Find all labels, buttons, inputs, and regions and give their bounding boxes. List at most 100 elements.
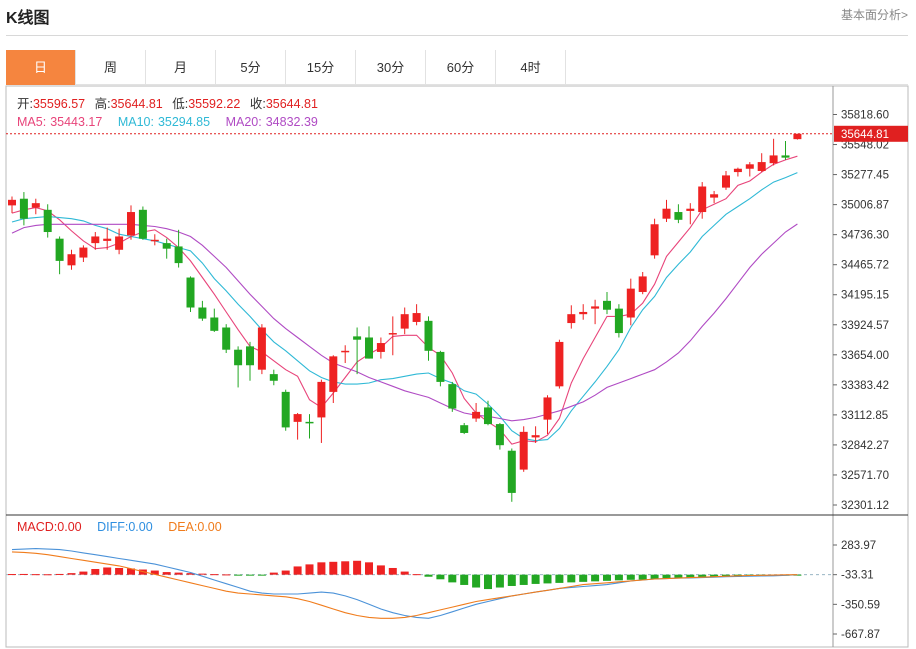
diff-label: DIFF:: [97, 520, 128, 534]
candle-body: [43, 209, 52, 233]
macd-bar: [210, 574, 219, 576]
macd-bar: [246, 574, 254, 576]
close-label: 收:: [250, 97, 266, 111]
price-tick-label: 34195.15: [841, 290, 889, 302]
macd-bar: [31, 574, 40, 576]
candle-body: [103, 238, 112, 241]
candle-body: [210, 317, 219, 331]
candle-body: [376, 343, 385, 352]
macd-bar: [305, 564, 314, 575]
macd-bar: [365, 562, 373, 575]
candle-body: [55, 238, 64, 261]
macd-bar: [412, 574, 421, 576]
candle-body: [67, 254, 76, 266]
macd-bar: [55, 573, 64, 575]
candle-body: [388, 333, 397, 335]
macd-bar: [448, 574, 457, 583]
candle-body: [174, 246, 183, 264]
y-axis-ticks: 35818.6035548.0235277.4535006.8734736.30…: [833, 110, 889, 641]
low-value: 35592.22: [188, 97, 240, 111]
candle-body: [484, 407, 492, 425]
candle-body: [769, 155, 778, 164]
macd-bar: [91, 569, 100, 575]
macd-bar: [329, 561, 338, 575]
macd-bar: [8, 574, 16, 576]
candle-body: [91, 236, 100, 244]
macd-bar: [341, 561, 350, 575]
macd-bar: [353, 560, 362, 575]
macd-bar: [269, 572, 278, 575]
macd-bar: [567, 574, 576, 583]
macd-value: 0.00: [57, 520, 81, 534]
macd-bar: [281, 570, 290, 575]
kline-chart[interactable]: 35818.6035548.0235277.4535006.8734736.30…: [0, 0, 916, 649]
macd-bar: [222, 574, 231, 576]
candle-body: [519, 431, 528, 470]
macd-bar: [495, 574, 504, 588]
candle-body: [341, 350, 350, 353]
price-tick-label: 35006.87: [841, 200, 889, 212]
macd-bar: [400, 571, 409, 575]
candle-body: [603, 300, 611, 310]
candle-body: [329, 356, 338, 392]
high-value: 35644.81: [111, 97, 163, 111]
candles: [8, 133, 802, 502]
candle-body: [305, 421, 314, 424]
macd-bar: [460, 574, 469, 585]
candle-body: [281, 391, 290, 428]
diff-value: 0.00: [128, 520, 152, 534]
candle-body: [246, 346, 254, 366]
high-label: 高:: [95, 96, 111, 111]
candle-body: [722, 175, 730, 188]
macd-tick-label: -33.31: [841, 570, 874, 582]
macd-bar: [43, 574, 52, 576]
candle-body: [222, 327, 231, 350]
moving-average-lines: [11, 155, 798, 445]
macd-tick-label: -350.59: [841, 599, 880, 611]
candle-body: [138, 209, 147, 239]
candle-body: [745, 164, 754, 169]
candle-body: [662, 208, 671, 219]
candle-body: [555, 341, 564, 387]
candle-body: [567, 314, 576, 324]
dea-value: 0.00: [197, 520, 221, 534]
ma20-label: MA20:: [226, 115, 262, 129]
macd-bar: [436, 574, 445, 580]
candle-body: [650, 224, 659, 256]
macd-lines: [11, 548, 798, 619]
macd-tick-label: -667.87: [841, 629, 880, 641]
macd-bar: [484, 574, 492, 590]
macd-bar: [507, 574, 516, 586]
candle-body: [365, 337, 373, 359]
candle-body: [674, 212, 683, 220]
ma5-line: [11, 155, 798, 445]
macd-bar: [317, 562, 326, 575]
macd-bar: [519, 574, 528, 585]
chart-frame: [5, 85, 909, 648]
ma20-value: 34832.39: [266, 115, 318, 129]
macd-bar: [234, 574, 243, 576]
candle-body: [436, 351, 445, 382]
price-tick-label: 35277.45: [841, 170, 889, 182]
candle-body: [19, 198, 28, 219]
price-tick-label: 32571.70: [841, 470, 889, 482]
price-tick-label: 34465.72: [841, 260, 889, 272]
macd-bar: [115, 567, 124, 575]
ohlc-legend: 开:35596.57 高:35644.81 低:35592.22 收:35644…: [17, 96, 318, 111]
candle-body: [400, 314, 409, 329]
candle-body: [793, 133, 802, 140]
candle-body: [353, 336, 362, 340]
candle-body: [317, 381, 326, 418]
candle-body: [626, 288, 635, 318]
price-tick-label: 33654.00: [841, 350, 889, 362]
candle-body: [638, 276, 647, 292]
open-label: 开:: [17, 97, 33, 111]
macd-bar: [103, 567, 112, 575]
macd-bar: [162, 572, 171, 575]
candle-body: [424, 320, 433, 351]
candle-body: [472, 411, 481, 419]
candle-body: [186, 277, 195, 308]
macd-bar: [531, 574, 540, 584]
macd-tick-label: 283.97: [841, 540, 876, 552]
candle-body: [781, 155, 790, 158]
